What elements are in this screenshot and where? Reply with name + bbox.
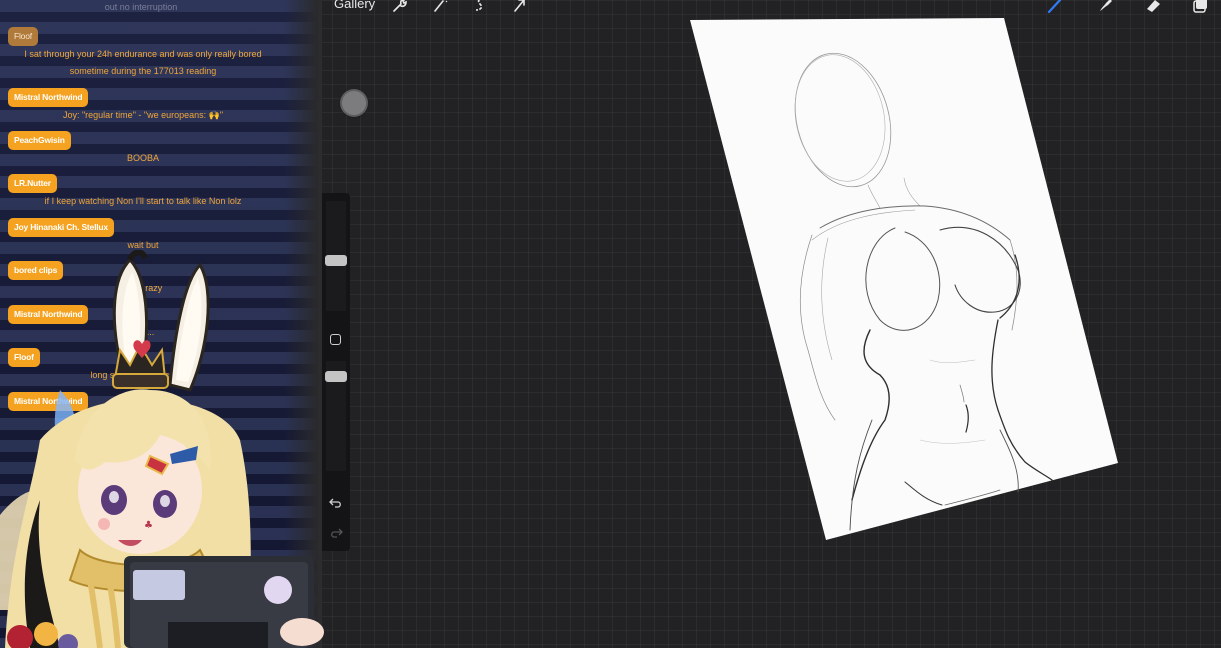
color-swatch[interactable] (342, 91, 366, 115)
chat-username[interactable]: Floof (8, 27, 38, 46)
chat-top-text: out no interruption (104, 2, 178, 12)
chat-message: Mistral Northwind Joy: "regular time" - … (8, 87, 278, 124)
smudge-icon[interactable] (1096, 0, 1114, 14)
eraser-icon[interactable] (1144, 0, 1162, 14)
chat-text: BOOBA (126, 153, 159, 163)
redo-icon[interactable] (329, 526, 343, 540)
chat-username[interactable]: LR.Nutter (8, 174, 57, 193)
chat-text: if I keep watching Non I'll start to tal… (44, 196, 242, 206)
selection-s-icon[interactable] (471, 0, 489, 14)
top-toolbar: Gallery (318, 0, 1221, 16)
chat-text: I sat through your 24h endurance and was… (24, 49, 262, 76)
vtuber-avatar: ♣ (0, 250, 330, 648)
wrench-icon[interactable] (391, 0, 409, 14)
chat-text: Joy: "regular time" - "we europeans: 🙌" (62, 110, 224, 120)
chat-username[interactable]: Joy Hinanaki Ch. Stellux (8, 218, 114, 237)
canvas-workspace[interactable] (318, 0, 1221, 648)
modify-button[interactable] (330, 334, 341, 345)
layers-icon[interactable] (1192, 0, 1210, 14)
svg-text:♣: ♣ (144, 520, 153, 531)
chat-message: Floof I sat through your 24h endurance a… (8, 26, 278, 80)
chat-username[interactable]: PeachGwisin (8, 131, 71, 150)
undo-icon[interactable] (329, 496, 343, 510)
chat-message: Joy Hinanaki Ch. Stellux wait but (8, 217, 278, 254)
chat-message: PeachGwisin BOOBA (8, 130, 278, 167)
gallery-button[interactable]: Gallery (334, 0, 375, 11)
chat-message: LR.Nutter if I keep watching Non I'll st… (8, 173, 278, 210)
brush-icon[interactable] (1046, 0, 1064, 14)
chat-username[interactable]: Mistral Northwind (8, 88, 89, 107)
magic-wand-icon[interactable] (431, 0, 449, 14)
transform-arrow-icon[interactable] (511, 0, 529, 14)
